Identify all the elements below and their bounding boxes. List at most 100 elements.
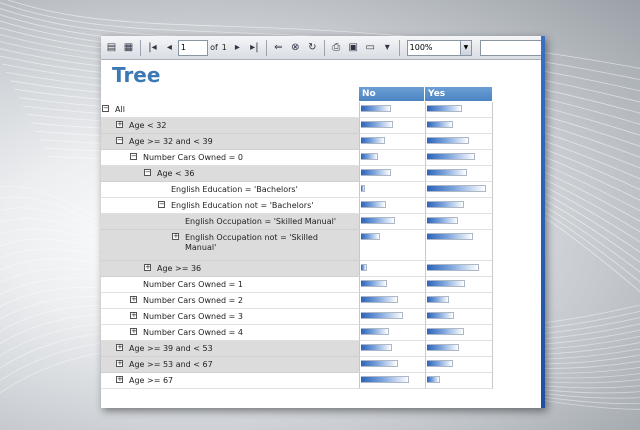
histogram-bar-yes	[427, 153, 475, 160]
first-page-icon[interactable]: |◂	[146, 41, 159, 55]
histogram-bar-no	[361, 360, 399, 367]
scrollbar[interactable]	[541, 36, 545, 408]
cell-yes	[425, 293, 493, 309]
cell-yes	[425, 102, 493, 118]
histogram-bar-no	[361, 137, 385, 144]
stop-icon[interactable]: ⊗	[289, 41, 302, 55]
cell-no	[359, 293, 425, 309]
back-icon[interactable]: ⇐	[272, 41, 285, 55]
histogram-bar-yes	[427, 312, 454, 319]
collapse-icon[interactable]: −	[158, 201, 165, 208]
tree-node-label: Number Cars Owned = 4	[143, 328, 243, 337]
expand-icon[interactable]: +	[116, 344, 123, 351]
cell-yes	[425, 277, 493, 293]
cell-no	[359, 357, 425, 373]
toolbar-separator	[398, 39, 400, 56]
histogram-bar-no	[361, 264, 368, 271]
cell-yes	[425, 166, 493, 182]
histogram-bar-yes	[427, 344, 459, 351]
tree-node-label: Age >= 67	[129, 376, 174, 385]
collapse-icon[interactable]: −	[102, 105, 109, 112]
tree-node: − English Education not = 'Bachelors'	[101, 198, 359, 214]
cell-yes	[425, 134, 493, 150]
zoom-value: 100%	[409, 43, 433, 52]
cell-no	[359, 118, 425, 134]
cell-yes	[425, 309, 493, 325]
table-row: − Number Cars Owned = 0	[101, 150, 493, 166]
tree-node-label: Age < 36	[157, 169, 195, 178]
cell-no	[359, 325, 425, 341]
expand-icon[interactable]: +	[116, 360, 123, 367]
cell-no	[359, 261, 425, 277]
histogram-bar-yes	[427, 169, 467, 176]
report-title: Tree	[112, 63, 161, 87]
histogram-bar-yes	[427, 201, 465, 208]
tree-node-label: Number Cars Owned = 0	[143, 153, 243, 162]
histogram-bar-no	[361, 105, 391, 112]
histogram-bar-yes	[427, 328, 465, 335]
page-of-label: of	[210, 43, 218, 52]
expand-icon[interactable]: +	[144, 264, 151, 271]
print-layout-icon[interactable]: ▣	[347, 41, 360, 55]
cell-no	[359, 166, 425, 182]
last-page-icon[interactable]: ▸|	[248, 41, 261, 55]
page-total-label: 1	[221, 43, 227, 52]
cell-no	[359, 230, 425, 261]
tree-node: + Age >= 67	[101, 373, 359, 389]
parameters-icon[interactable]: ▦	[122, 41, 135, 55]
table-row: English Occupation = 'Skilled Manual'	[101, 214, 493, 230]
collapse-icon[interactable]: −	[144, 169, 151, 176]
cell-no	[359, 214, 425, 230]
histogram-bar-yes	[427, 264, 480, 271]
cell-no	[359, 341, 425, 357]
tree-node: English Education = 'Bachelors'	[101, 182, 359, 198]
find-input[interactable]	[479, 39, 545, 56]
tree-node-label: English Education not = 'Bachelors'	[171, 201, 314, 210]
tree-node: − All	[101, 102, 359, 118]
previous-page-icon[interactable]: ◂	[163, 41, 176, 55]
expand-icon[interactable]: +	[116, 121, 123, 128]
cell-yes	[425, 373, 493, 389]
cell-yes	[425, 357, 493, 373]
tree-node: + Age >= 53 and < 67	[101, 357, 359, 373]
refresh-icon[interactable]: ↻	[306, 41, 319, 55]
histogram-bar-no	[361, 280, 388, 287]
tree-node: + Age < 32	[101, 118, 359, 134]
print-icon[interactable]: ⎙	[330, 41, 343, 55]
table-row: + Number Cars Owned = 3	[101, 309, 493, 325]
zoom-select[interactable]: 100% ▼	[406, 39, 472, 56]
histogram-bar-yes	[427, 185, 486, 192]
expand-icon[interactable]: +	[130, 328, 137, 335]
export-icon[interactable]: ▾	[381, 41, 394, 55]
histogram-bar-yes	[427, 105, 463, 112]
cell-yes	[425, 325, 493, 341]
page-number-input[interactable]: 1	[177, 39, 209, 56]
expand-icon[interactable]: +	[116, 376, 123, 383]
next-page-icon[interactable]: ▸	[231, 41, 244, 55]
cell-no	[359, 134, 425, 150]
expand-icon[interactable]: +	[172, 233, 179, 240]
histogram-bar-no	[361, 217, 396, 224]
tree-node-label: Number Cars Owned = 2	[143, 296, 243, 305]
cell-no	[359, 373, 425, 389]
tree-node: Number Cars Owned = 1	[101, 277, 359, 293]
expand-icon[interactable]: +	[130, 312, 137, 319]
table-row: − English Education not = 'Bachelors'	[101, 198, 493, 214]
collapse-icon[interactable]: −	[116, 137, 123, 144]
histogram-bar-no	[361, 376, 410, 383]
page-setup-icon[interactable]: ▭	[364, 41, 377, 55]
tree-node: − Number Cars Owned = 0	[101, 150, 359, 166]
expand-icon[interactable]: +	[130, 296, 137, 303]
tree-node-label: Age >= 36	[157, 264, 202, 273]
column-header-yes: Yes	[425, 87, 493, 101]
histogram-bar-yes	[427, 233, 474, 240]
collapse-icon[interactable]: −	[130, 153, 137, 160]
tree-node: − Age < 36	[101, 166, 359, 182]
tree-node: + English Occupation not = 'Skilled Manua…	[101, 230, 359, 261]
document-map-icon[interactable]: ▤	[105, 41, 118, 55]
toolbar-separator	[323, 39, 325, 56]
chevron-down-icon[interactable]: ▼	[459, 40, 471, 55]
table-row: + Age >= 53 and < 67	[101, 357, 493, 373]
